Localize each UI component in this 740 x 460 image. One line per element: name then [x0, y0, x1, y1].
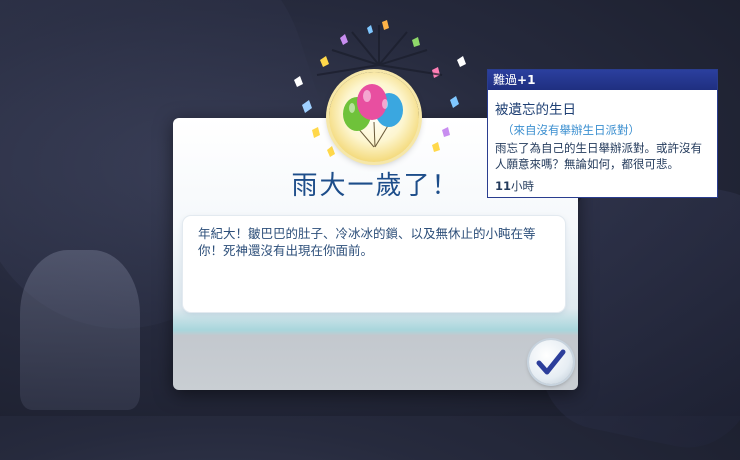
moodlet-description: 雨忘了為自己的生日舉辦派對。或許沒有人願意來嗎？無論如何，都很可悲。 — [495, 141, 702, 171]
moodlet-duration-value: 11 — [495, 179, 512, 193]
moodlet-source: （來自沒有舉辦生日派對） — [502, 123, 640, 137]
moodlet-tooltip: 難過+1 被遺忘的生日 （來自沒有舉辦生日派對） 雨忘了為自己的生日舉辦派對。或… — [487, 69, 718, 198]
moodlet-strength: +1 — [517, 73, 536, 87]
background-figure — [20, 250, 140, 410]
moodlet-header: 難過+1 — [488, 70, 717, 90]
birthday-badge — [329, 72, 419, 162]
moodlet-duration: 11小時 — [495, 178, 534, 194]
checkmark-icon — [536, 349, 566, 375]
moodlet-emotion: 難過 — [493, 73, 518, 87]
moodlet-duration-unit: 小時 — [511, 179, 535, 193]
moodlet-name: 被遺忘的生日 — [495, 102, 576, 118]
confirm-button[interactable] — [529, 340, 573, 384]
balloons-icon — [343, 84, 403, 148]
dialog-message: 年紀大！皺巴巴的肚子、冷冰冰的鎖、以及無休止的小盹在等你！死神還沒有出現在你面前… — [183, 216, 565, 312]
